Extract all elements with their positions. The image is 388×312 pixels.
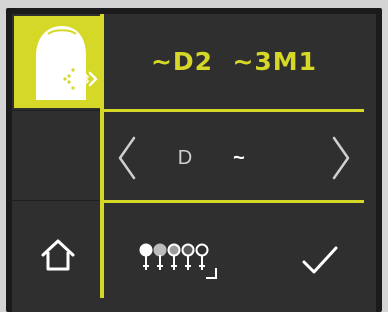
horizontal-divider [104, 200, 364, 203]
tooth-scan-icon [36, 26, 98, 100]
home-icon [41, 239, 75, 271]
shade-code-display: ~D2 ~3M1 [150, 47, 318, 76]
left-column-separator [8, 110, 100, 111]
horizontal-divider [104, 109, 364, 112]
shade-guide-button[interactable] [132, 240, 252, 290]
confirm-button[interactable] [290, 232, 350, 292]
shade-guide-icon [139, 243, 217, 279]
shade-group-label: D [177, 147, 193, 169]
chevron-right-icon [332, 136, 350, 180]
tooth-scan-tile[interactable] [14, 16, 100, 108]
vertical-divider [100, 14, 104, 298]
shade-group-selector: D ~ [104, 112, 364, 200]
next-button[interactable] [326, 134, 356, 182]
previous-button[interactable] [112, 134, 142, 182]
left-column-separator [8, 200, 100, 201]
device-frame: ~D2 ~3M1 D ~ [0, 0, 388, 312]
home-button[interactable] [14, 220, 100, 296]
chevron-left-icon [118, 136, 136, 180]
shade-modifier-label: ~ [233, 147, 245, 169]
checkmark-icon [302, 246, 338, 274]
